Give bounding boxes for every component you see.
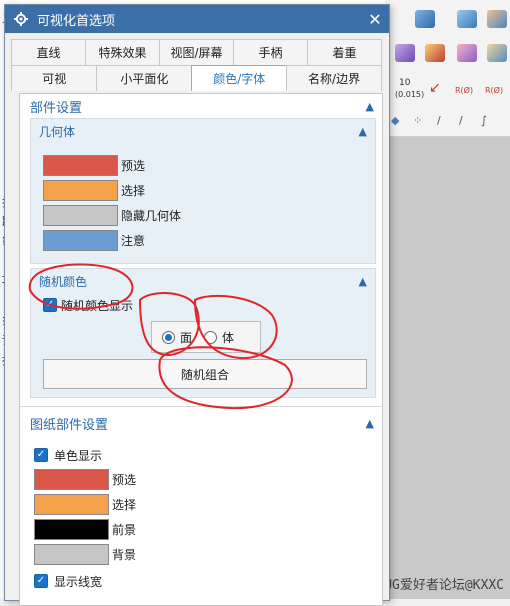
tab-view-screen[interactable]: 视图/屏幕	[159, 39, 234, 65]
drawing-color-row-foreground: 前景	[20, 517, 382, 542]
text-icon[interactable]	[425, 44, 445, 62]
pattern-icon[interactable]	[457, 44, 477, 62]
radio-face-label: 面	[180, 330, 193, 345]
line-width-label: 显示线宽	[54, 574, 103, 589]
mesh-icon[interactable]	[487, 44, 507, 62]
geometry-group: 几何体 ▲ 预选 选择 隐藏几何体 注意	[30, 118, 376, 264]
color-row-hidden-geometry: 隐藏几何体	[31, 203, 375, 228]
tab-row-1: 直线 特殊效果 视图/屏幕 手柄 着重	[11, 39, 382, 65]
drawing-settings-header[interactable]: 图纸部件设置 ▲	[20, 411, 382, 435]
close-icon: ✕	[368, 9, 382, 29]
radio-face-button[interactable]	[162, 330, 175, 344]
plane-icon[interactable]	[457, 10, 477, 28]
dialog-title: 可视化首选项	[37, 13, 116, 29]
tab-visual[interactable]: 可视	[11, 65, 98, 91]
random-color-mode-group: 面 体	[151, 321, 261, 353]
color-label: 注意	[121, 234, 146, 248]
part-settings-title: 部件设置	[30, 100, 83, 116]
tab-strip: 直线 特殊效果 视图/屏幕 手柄 着重 可视 小平面化 颜色/字体 名称/边界	[11, 39, 382, 91]
random-color-group-header[interactable]: 随机颜色 ▲	[31, 269, 375, 293]
random-color-group-title: 随机颜色	[39, 274, 88, 289]
tab-row-2: 可视 小平面化 颜色/字体 名称/边界	[11, 65, 382, 91]
color-label: 选择	[121, 184, 146, 198]
color-label: 选择	[112, 498, 137, 512]
drawing-color-swatch-background[interactable]	[34, 544, 109, 565]
color-label: 预选	[112, 473, 137, 487]
mono-display-label: 单色显示	[54, 448, 103, 463]
color-swatch-hidden-geometry[interactable]	[43, 205, 118, 226]
surface-icon[interactable]	[487, 10, 507, 28]
line-width-checkbox[interactable]: ✓	[34, 574, 48, 588]
random-color-show-label: 随机颜色显示	[61, 298, 134, 313]
cube-icon[interactable]	[395, 44, 415, 62]
drawing-color-swatch-preselect[interactable]	[34, 469, 109, 490]
color-swatch-select[interactable]	[43, 180, 118, 201]
gear-icon	[13, 11, 29, 27]
cube-small-icon[interactable]: ◆	[391, 114, 399, 127]
chevron-up-icon[interactable]: ▲	[366, 100, 374, 113]
chevron-up-icon[interactable]: ▲	[359, 125, 367, 138]
line-icon[interactable]: ↙	[429, 80, 441, 96]
tab-facet[interactable]: 小平面化	[96, 65, 193, 91]
part-settings-header[interactable]: 部件设置 ▲	[20, 94, 382, 118]
drawing-color-swatch-select[interactable]	[34, 494, 109, 515]
tab-line[interactable]: 直线	[11, 39, 86, 65]
curve-icon[interactable]: ∫	[481, 114, 487, 127]
tab-content-panel: 部件设置 ▲ 几何体 ▲ 预选 选择 隐藏几何体 注意 随机颜色 ▲ ✓ 随机颜…	[19, 93, 383, 606]
toolbar-tolerance-label: (0.015)	[395, 90, 425, 99]
color-swatch-attention[interactable]	[43, 230, 118, 251]
mono-display-row: ✓ 单色显示	[20, 443, 382, 467]
drawing-color-swatch-foreground[interactable]	[34, 519, 109, 540]
color-label: 背景	[112, 548, 137, 562]
drawing-color-row-preselect: 预选	[20, 467, 382, 492]
radio-face[interactable]: 面	[162, 329, 192, 346]
random-color-show-checkbox[interactable]: ✓	[43, 298, 57, 312]
toolbar-radius-label-2: R(Ø)	[485, 86, 504, 95]
watermark: UG爱好者论坛@KXXC	[384, 578, 504, 593]
random-color-group: 随机颜色 ▲ ✓ 随机颜色显示 面 体 随机组合	[30, 268, 376, 398]
color-label: 隐藏几何体	[121, 209, 182, 223]
random-combine-button[interactable]: 随机组合	[43, 359, 367, 389]
color-row-select: 选择	[31, 178, 375, 203]
color-label: 前景	[112, 523, 137, 537]
tab-handles[interactable]: 手柄	[233, 39, 308, 65]
geometry-group-header[interactable]: 几何体 ▲	[31, 119, 375, 143]
line-width-row: ✓ 显示线宽	[20, 569, 382, 593]
section-divider	[20, 406, 382, 407]
drawing-color-row-select: 选择	[20, 492, 382, 517]
chevron-up-icon[interactable]: ▲	[366, 417, 374, 430]
slash-icon[interactable]: /	[437, 114, 441, 127]
chevron-up-icon[interactable]: ▲	[359, 275, 367, 288]
dots-icon[interactable]: ⁘	[413, 114, 422, 127]
geometry-group-title: 几何体	[39, 124, 76, 139]
slash-icon-2[interactable]: /	[459, 114, 463, 127]
tab-name-border[interactable]: 名称/边界	[286, 65, 382, 91]
color-swatch-preselect[interactable]	[43, 155, 118, 176]
color-row-attention: 注意	[31, 228, 375, 253]
tab-special-effects[interactable]: 特殊效果	[85, 39, 160, 65]
toolbar-tolerance-value: 10	[399, 78, 411, 88]
toolbar-radius-label: R(Ø)	[455, 86, 474, 95]
visualization-preferences-dialog: 可视化首选项 ✕ 直线 特殊效果 视图/屏幕 手柄 着重 可视 小平面化 颜色/…	[4, 4, 390, 606]
random-color-show-row: ✓ 随机颜色显示	[31, 293, 375, 317]
ribbon-toolbar: 10 (0.015) ↙ R(Ø) R(Ø) ◆ ⁘ / / ∫	[385, 0, 510, 137]
radio-body[interactable]: 体	[204, 329, 234, 346]
mono-display-checkbox[interactable]: ✓	[34, 448, 48, 462]
radio-body-button[interactable]	[204, 330, 218, 344]
color-row-preselect: 预选	[31, 153, 375, 178]
drawing-settings-title: 图纸部件设置	[30, 417, 109, 433]
radio-body-label: 体	[222, 330, 235, 345]
drawing-color-row-background: 背景	[20, 542, 382, 567]
color-label: 预选	[121, 159, 146, 173]
dialog-title-bar[interactable]: 可视化首选项 ✕	[5, 5, 389, 33]
graphics-canvas[interactable]	[385, 137, 510, 599]
tab-color-font[interactable]: 颜色/字体	[191, 65, 288, 91]
sketch-icon[interactable]	[415, 10, 435, 28]
close-button[interactable]: ✕	[361, 5, 389, 33]
tab-emphasis[interactable]: 着重	[307, 39, 382, 65]
